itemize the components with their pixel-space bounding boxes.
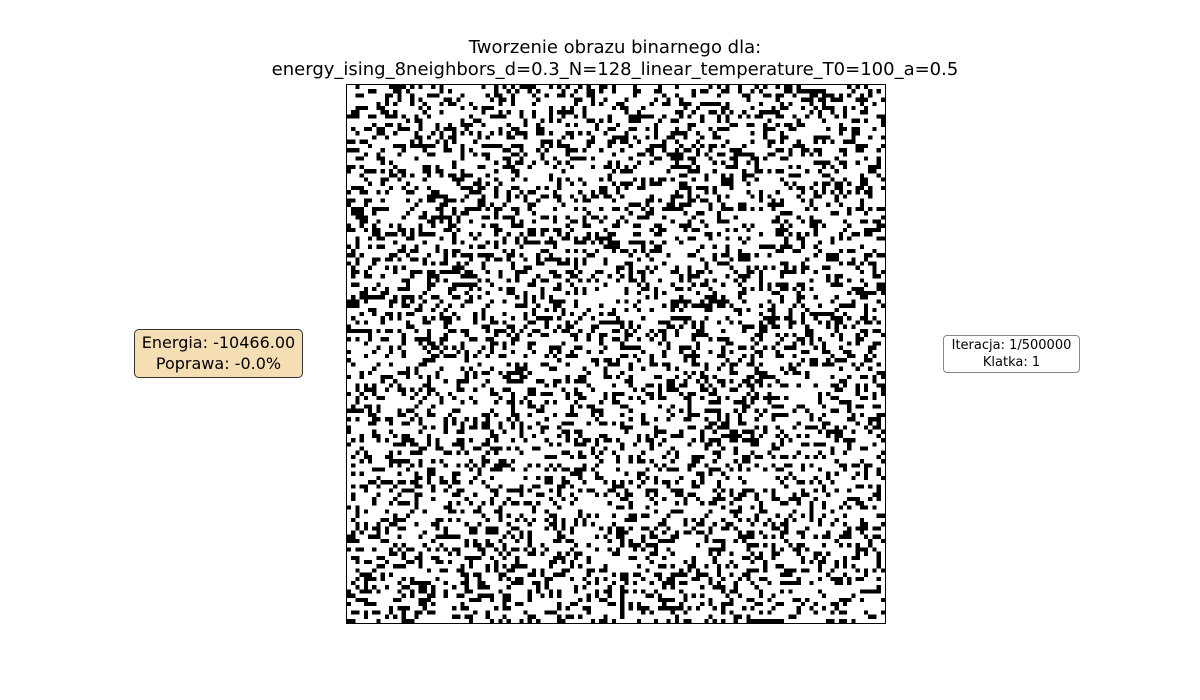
binary-image-grid [347, 85, 885, 623]
energy-info-box: Energia: -10466.00 Poprawa: -0.0% [134, 329, 303, 378]
chart-title-line2: energy_ising_8neighbors_d=0.3_N=128_line… [271, 59, 959, 80]
frame-counter: Klatka: 1 [982, 355, 1041, 370]
binary-image-plot [346, 84, 886, 624]
iteration-info-box: Iteracja: 1/500000 Klatka: 1 [943, 335, 1080, 373]
energy-value: Energia: -10466.00 [141, 333, 296, 352]
improvement-value: Poprawa: -0.0% [155, 354, 282, 373]
chart-title-line1: Tworzenie obrazu binarnego dla: [468, 37, 762, 58]
iteration-counter: Iteracja: 1/500000 [951, 338, 1072, 353]
